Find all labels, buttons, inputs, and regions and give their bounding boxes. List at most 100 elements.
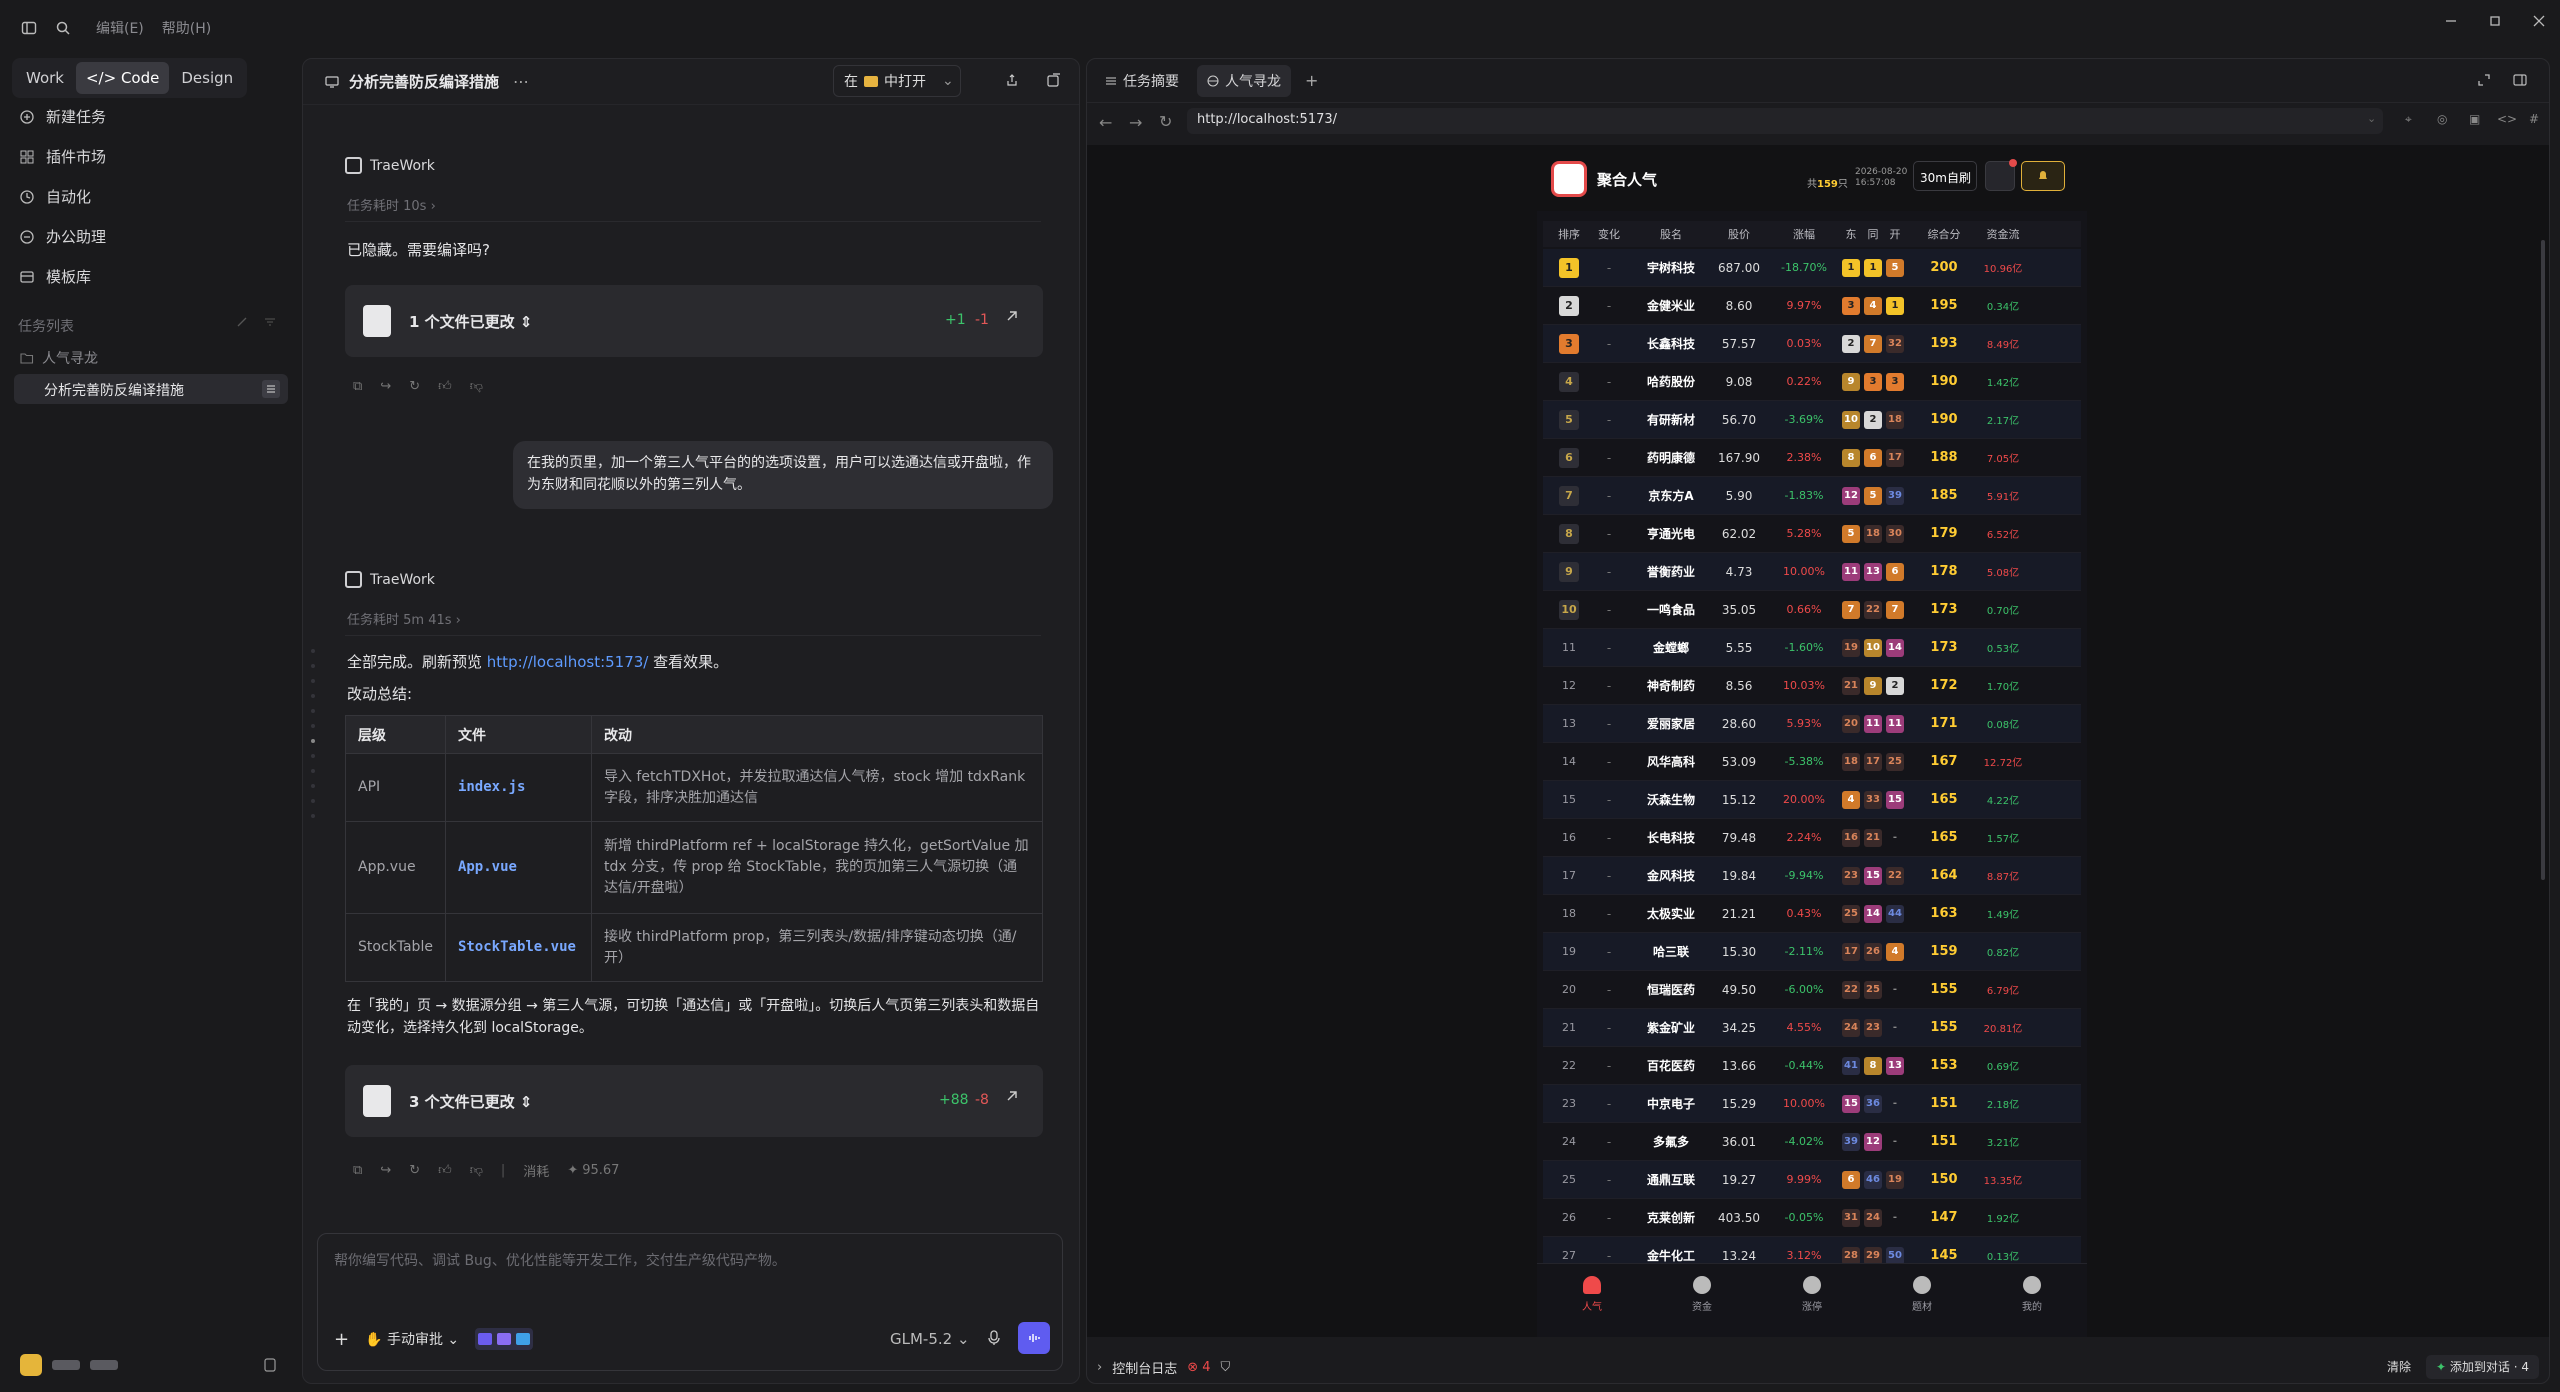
new-tab-button[interactable]: + (1305, 71, 1318, 90)
tab-task-summary[interactable]: 任务摘要 (1095, 65, 1189, 97)
table-row[interactable]: 7 - 京东方A 5.90 -1.83% 12 5 39 185 5.91亿 (1543, 477, 2081, 515)
menu-help[interactable]: 帮助(H) (162, 18, 211, 38)
scrollbar[interactable] (2541, 240, 2545, 880)
error-count[interactable]: ⊗ 4 (1187, 1360, 1210, 1375)
table-row[interactable]: 8 - 亨通光电 62.02 5.28% 5 18 30 179 6.52亿 (1543, 515, 2081, 553)
send-button[interactable] (1018, 1322, 1050, 1354)
mode-work[interactable]: Work (16, 62, 74, 94)
column-header[interactable]: 开 (1885, 226, 1905, 242)
project-folder[interactable]: 人气寻龙 (20, 348, 98, 368)
hash-icon[interactable]: # (2529, 112, 2539, 126)
expand-icon[interactable] (2477, 73, 2491, 87)
app-nav-item[interactable]: 人气 (1582, 1276, 1602, 1337)
bell-icon[interactable] (2021, 161, 2065, 191)
column-header[interactable]: 涨幅 (1769, 226, 1839, 242)
inspect-icon[interactable]: ⌖ (2405, 112, 2412, 127)
console-label[interactable]: 控制台日志 (1112, 1358, 1177, 1377)
share-icon[interactable]: ↪ (380, 379, 391, 394)
composer-input[interactable]: 帮你编写代码、调试 Bug、优化性能等开发工作，交付生产级代码产物。 (334, 1250, 786, 1270)
screenshot-icon[interactable]: ▣ (2469, 112, 2480, 126)
table-row[interactable]: 24- 多氟多 36.01 -4.02% 39 12-151 3.21亿 (1543, 1123, 2081, 1161)
table-row[interactable]: 21- 紫金矿业 34.25 4.55% 24 23-155 20.81亿 (1543, 1009, 2081, 1047)
table-row[interactable]: 20- 恒瑞医药 49.50 -6.00% 22 25-155 6.79亿 (1543, 971, 2081, 1009)
open-arrow-icon[interactable] (1005, 1089, 1019, 1103)
panel-toggle-icon[interactable] (2513, 73, 2527, 87)
column-header[interactable]: 排序 (1549, 226, 1589, 242)
table-row[interactable]: 5 - 有研新材 56.70 -3.69% 10 2 18 190 2.17亿 (1543, 401, 2081, 439)
table-row[interactable]: 18 - 太极实业 21.21 0.43% 25 14 44 163 1.49亿 (1543, 895, 2081, 933)
sidebar-toggle-icon[interactable] (14, 13, 44, 43)
column-header[interactable]: 变化 (1591, 226, 1627, 242)
table-row[interactable]: 10 - 一鸣食品 35.05 0.66% 7 22 7 173 0.70亿 (1543, 591, 2081, 629)
composer[interactable]: 帮你编写代码、调试 Bug、优化性能等开发工作，交付生产级代码产物。 + ✋ 手… (317, 1233, 1063, 1371)
table-row[interactable]: 17 - 金风科技 19.84 -9.94% 23 15 22 164 8.87亿 (1543, 857, 2081, 895)
list-icon[interactable] (262, 380, 280, 398)
filter-icon[interactable] (264, 316, 276, 328)
sidebar-item-automation[interactable]: 自动化 (18, 186, 91, 207)
minimize-icon[interactable] (2444, 14, 2458, 28)
microphone-icon[interactable] (988, 1330, 1000, 1346)
table-row[interactable]: 22 - 百花医药 13.66 -0.44% 41 8 13 153 0.69亿 (1543, 1047, 2081, 1085)
changed-files-card[interactable]: 3 个文件已更改 ⇕ +88 -8 (345, 1065, 1043, 1137)
thumbs-down-icon[interactable]: 👎︎ (470, 379, 483, 394)
app-nav-item[interactable]: 我的 (2022, 1276, 2042, 1337)
target-icon[interactable]: ◎ (2437, 112, 2447, 126)
changed-files-card[interactable]: 1 个文件已更改 ⇕ +1 -1 (345, 285, 1043, 357)
open-in-button[interactable]: 在 中打开 ⌄ (833, 65, 961, 97)
panel-icon[interactable] (264, 1358, 276, 1372)
filter-icon[interactable]: ⛉ (1221, 1360, 1231, 1375)
chevron-right-icon[interactable]: › (1097, 1360, 1102, 1375)
app-nav-item[interactable]: 涨停 (1802, 1276, 1822, 1337)
copy-icon[interactable]: ⧉ (353, 379, 362, 394)
context-badges[interactable] (475, 1328, 534, 1350)
tab-preview[interactable]: 人气寻龙 (1197, 64, 1291, 97)
thumbs-up-icon[interactable]: 👍︎ (438, 1163, 452, 1178)
reload-icon[interactable]: ↻ (1159, 112, 1172, 131)
column-header[interactable]: 股名 (1631, 226, 1711, 242)
share-icon[interactable]: ↪ (380, 1163, 391, 1178)
add-to-chat-button[interactable]: ✦ 添加到对话 · 4 (2426, 1355, 2539, 1379)
elapsed-time[interactable]: 任务耗时 10s › (347, 195, 436, 214)
table-row[interactable]: 23- 中京电子 15.29 10.00% 15 36-151 2.18亿 (1543, 1085, 2081, 1123)
code-icon[interactable]: <> (2497, 112, 2517, 126)
elapsed-time[interactable]: 任务耗时 5m 41s › (347, 609, 461, 628)
app-nav-item[interactable]: 资金 (1692, 1276, 1712, 1337)
table-row[interactable]: 13- 爱丽家居 28.60 5.93% 20 11 11 171 0.08亿 (1543, 705, 2081, 743)
user-bar[interactable] (20, 1354, 118, 1376)
table-row[interactable]: 2 - 金健米业 8.60 9.97% 3 4 1 195 0.34亿 (1543, 287, 2081, 325)
mode-code[interactable]: </> Code (75, 62, 170, 94)
copy-icon[interactable]: ⧉ (353, 1163, 362, 1178)
thumbs-down-icon[interactable]: 👎︎ (470, 1163, 483, 1178)
forward-icon[interactable]: → (1129, 113, 1142, 132)
more-icon[interactable]: ⋯ (513, 72, 529, 91)
collapse-icon[interactable] (236, 316, 248, 328)
table-row[interactable]: 1- 宇树科技 687.00 -18.70% 1 1 5 200 10.96亿 (1543, 249, 2081, 287)
clear-button[interactable]: 清除 (2387, 1358, 2411, 1375)
table-row[interactable]: 19 - 哈三联 15.30 -2.11% 17 26 4 159 0.82亿 (1543, 933, 2081, 971)
thumbs-up-icon[interactable]: 👍︎ (438, 379, 452, 394)
column-header[interactable]: 东 (1841, 226, 1861, 242)
column-header[interactable]: 综合分 (1919, 226, 1969, 242)
mode-design[interactable]: Design (171, 62, 243, 94)
table-row[interactable]: 15- 沃森生物 15.12 20.00% 4 33 15 165 4.22亿 (1543, 781, 2081, 819)
table-row[interactable]: 9 - 誉衡药业 4.73 10.00% 11 13 6 178 5.08亿 (1543, 553, 2081, 591)
url-dropdown-icon[interactable]: ⌄ (2367, 112, 2376, 125)
app-nav-item[interactable]: 题材 (1912, 1276, 1932, 1337)
search-icon[interactable] (48, 13, 78, 43)
task-item-active[interactable]: 分析完善防反编译措施 (14, 374, 288, 404)
auto-refresh-button[interactable]: 30m自刷 (1913, 161, 1977, 191)
url-input[interactable]: http://localhost:5173/ (1187, 108, 2383, 134)
retry-icon[interactable]: ↻ (409, 379, 420, 394)
sidebar-item-office[interactable]: 办公助理 (18, 226, 106, 247)
new-window-icon[interactable] (1047, 73, 1061, 87)
open-arrow-icon[interactable] (1005, 309, 1019, 323)
share-icon[interactable] (1005, 73, 1019, 87)
table-row[interactable]: 14 - 风华高科 53.09 -5.38% 18 17 25 167 12.72亿 (1543, 743, 2081, 781)
sidebar-item-new-task[interactable]: 新建任务 (18, 106, 106, 127)
attach-plus-icon[interactable]: + (334, 1329, 349, 1350)
menu-edit[interactable]: 编辑(E) (96, 18, 144, 38)
column-header[interactable]: 同 (1863, 226, 1883, 242)
table-row[interactable]: 12 - 神奇制药 8.56 10.03% 21 9 2 172 1.70亿 (1543, 667, 2081, 705)
model-select[interactable]: GLM-5.2 ⌄ (890, 1330, 970, 1348)
table-row[interactable]: 4- 哈药股份 9.08 0.22% 9 3 3 190 1.42亿 (1543, 363, 2081, 401)
